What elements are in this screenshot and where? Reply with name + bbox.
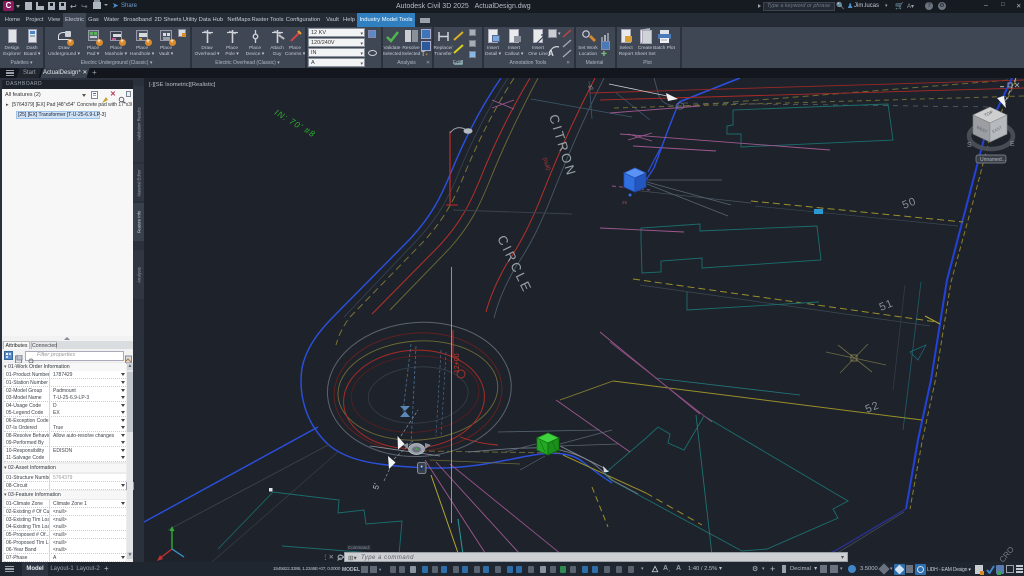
svg-text:25: 25	[622, 200, 628, 205]
svg-text:Unnamed...: Unnamed...	[980, 157, 1006, 163]
svg-text:[-][SE Isometric][Realistic]: [-][SE Isometric][Realistic]	[149, 82, 216, 88]
svg-text:E: E	[1010, 141, 1015, 148]
svg-text:S: S	[967, 142, 972, 149]
